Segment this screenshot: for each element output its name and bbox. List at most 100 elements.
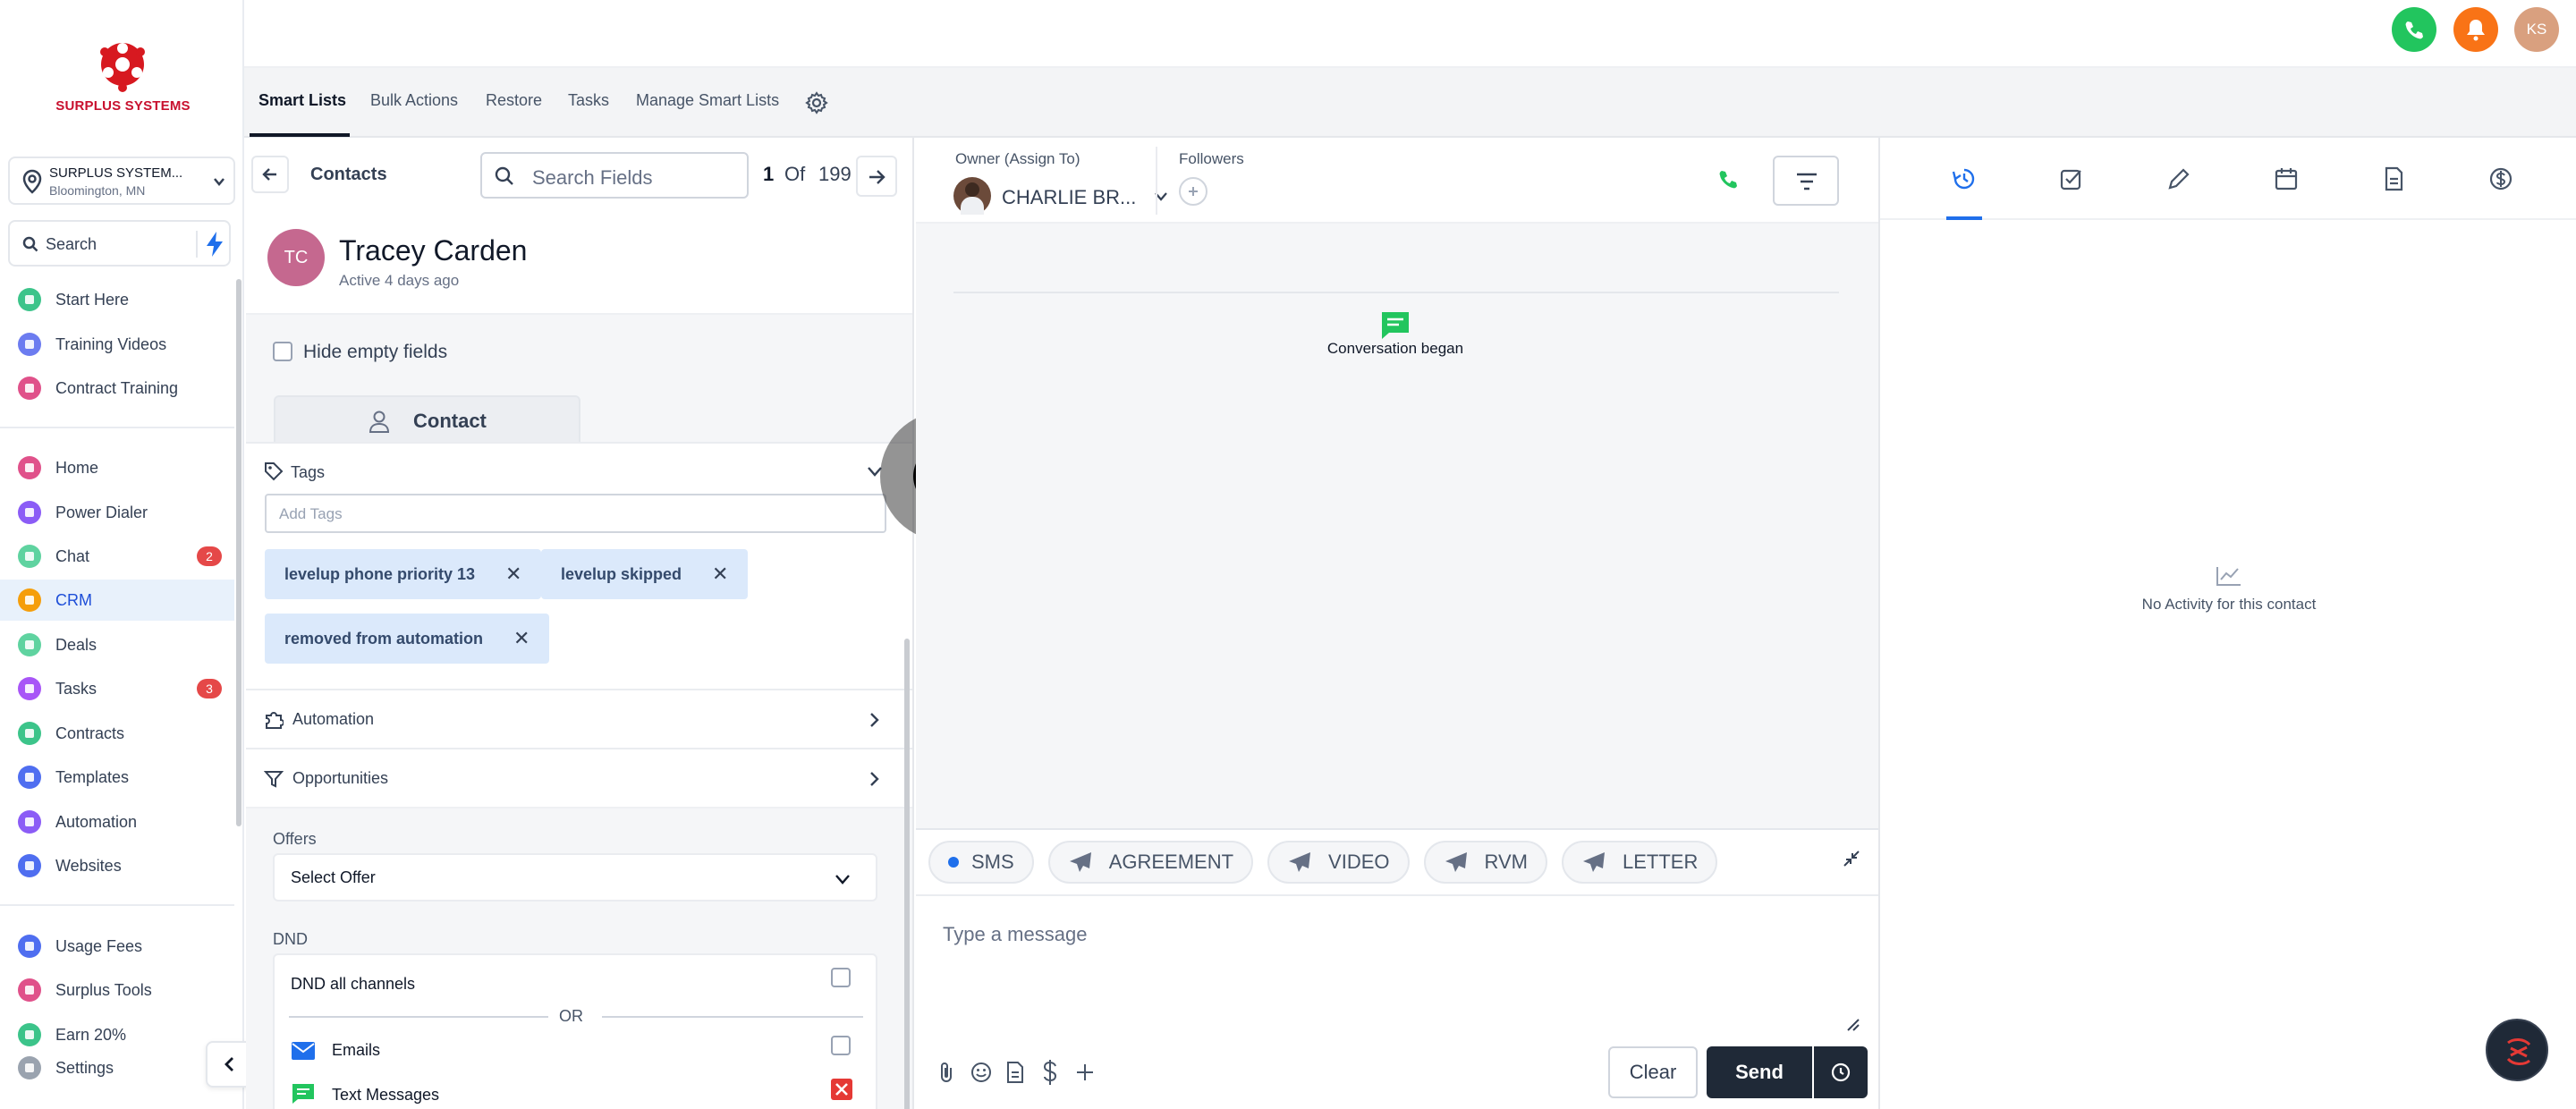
- phone-icon[interactable]: [1717, 168, 1739, 190]
- payments-icon[interactable]: [2488, 166, 2513, 191]
- sidebar-item-training-videos[interactable]: Training Videos: [0, 324, 234, 365]
- tag-chip[interactable]: removed from automation ✕: [265, 614, 550, 664]
- deals-icon: [18, 633, 41, 656]
- start-here-icon: [18, 288, 41, 311]
- sidebar-item-tasks[interactable]: Tasks 3: [0, 668, 234, 709]
- filter-button[interactable]: [1773, 156, 1839, 206]
- offers-select[interactable]: Select Offer: [273, 853, 877, 902]
- attachment-icon[interactable]: [937, 1061, 955, 1084]
- tab-restore[interactable]: Restore: [486, 91, 542, 110]
- back-button[interactable]: [251, 156, 289, 193]
- document-icon[interactable]: [1005, 1061, 1025, 1084]
- tag-chip[interactable]: levelup skipped ✕: [541, 549, 749, 599]
- sidebar-item-deals[interactable]: Deals: [0, 624, 234, 665]
- dnd-all-label: DND all channels: [291, 975, 416, 993]
- remove-tag-icon[interactable]: ✕: [513, 627, 530, 650]
- plus-icon[interactable]: [1075, 1062, 1095, 1082]
- sidebar-scrollbar[interactable]: [236, 279, 242, 826]
- sidebar-item-home[interactable]: Home: [0, 447, 234, 488]
- channel-sms[interactable]: SMS: [928, 841, 1034, 884]
- tasks-count-badge: 3: [197, 679, 222, 698]
- sidebar-item-contract-training[interactable]: Contract Training: [0, 368, 234, 409]
- owner-select[interactable]: CHARLIE BR...: [953, 177, 1186, 215]
- dollar-icon[interactable]: [1041, 1059, 1059, 1086]
- tab-bulk-actions[interactable]: Bulk Actions: [370, 91, 458, 110]
- tab-tasks[interactable]: Tasks: [568, 91, 609, 110]
- sidebar-item-label: Tasks: [55, 679, 97, 698]
- message-input[interactable]: Type a message: [943, 923, 1087, 946]
- sidebar-divider: [0, 427, 234, 428]
- sidebar-item-crm[interactable]: CRM: [0, 580, 234, 621]
- dnd-all-checkbox[interactable]: [831, 968, 851, 987]
- search-fields-input[interactable]: Search Fields: [480, 152, 749, 199]
- sidebar-item-label: Home: [55, 458, 99, 477]
- notifications-button[interactable]: [2453, 7, 2498, 52]
- schedule-send-button[interactable]: [1814, 1046, 1868, 1098]
- activity-clock-icon[interactable]: [1952, 166, 1977, 191]
- dnd-text-checkbox-checked[interactable]: [831, 1079, 852, 1100]
- emoji-icon[interactable]: [970, 1061, 993, 1084]
- tab-manage-smart-lists[interactable]: Manage Smart Lists: [636, 91, 779, 110]
- next-contact-button[interactable]: [856, 156, 897, 197]
- brand-logo[interactable]: SURPLUS SYSTEMS: [49, 34, 197, 114]
- location-switcher[interactable]: SURPLUS SYSTEM... Bloomington, MN: [8, 157, 235, 205]
- location-name: SURPLUS SYSTEM...: [49, 165, 183, 181]
- add-tags-input[interactable]: Add Tags: [265, 494, 886, 533]
- or-divider-left: [289, 1016, 548, 1018]
- lightning-icon[interactable]: [205, 231, 225, 258]
- sidebar-item-power-dialer[interactable]: Power Dialer: [0, 492, 234, 533]
- collapse-icon[interactable]: [1843, 850, 1860, 868]
- opportunities-row[interactable]: Opportunities: [246, 749, 912, 807]
- notes-icon[interactable]: [2381, 166, 2406, 191]
- sidebar-item-label: Surplus Tools: [55, 980, 152, 999]
- dnd-emails-checkbox[interactable]: [831, 1036, 851, 1055]
- sidebar-item-contracts[interactable]: Contracts: [0, 713, 234, 754]
- header-divider: [1156, 147, 1157, 215]
- sidebar-divider: [0, 904, 234, 906]
- support-chat-button[interactable]: [2486, 1019, 2548, 1081]
- automation-row[interactable]: Automation: [246, 690, 912, 748]
- sidebar-item-surplus-tools[interactable]: Surplus Tools: [0, 969, 234, 1011]
- websites-icon: [18, 854, 41, 877]
- tag-label: levelup phone priority 13: [284, 564, 476, 583]
- sidebar-item-usage-fees[interactable]: Usage Fees: [0, 926, 234, 967]
- video-icon: [18, 333, 41, 356]
- tab-smart-lists[interactable]: Smart Lists: [258, 91, 346, 110]
- gear-icon[interactable]: [805, 91, 828, 114]
- brand-name: SURPLUS SYSTEMS: [55, 98, 191, 114]
- user-avatar[interactable]: KS: [2514, 7, 2559, 52]
- contact-section-tab[interactable]: Contact: [274, 395, 580, 444]
- calendar-icon[interactable]: [2274, 166, 2299, 191]
- call-button[interactable]: [2392, 7, 2436, 52]
- fields-toolbar: Hide empty fields Contact: [246, 313, 912, 444]
- remove-tag-icon[interactable]: ✕: [712, 563, 728, 586]
- channel-agreement[interactable]: AGREEMENT: [1047, 841, 1254, 884]
- checkbox-task-icon[interactable]: [2059, 166, 2084, 191]
- contact-panel-scrollbar[interactable]: [904, 639, 910, 1109]
- channel-letter[interactable]: LETTER: [1562, 841, 1718, 884]
- channel-label: AGREEMENT: [1108, 851, 1234, 873]
- conversation-panel: Owner (Assign To) CHARLIE BR... Follower…: [916, 138, 1878, 1109]
- pencil-icon[interactable]: [2166, 166, 2191, 191]
- tools-icon: [18, 978, 41, 1002]
- sidebar-item-start-here[interactable]: Start Here: [0, 279, 234, 320]
- sidebar-item-settings[interactable]: Settings: [0, 1048, 234, 1088]
- send-button[interactable]: Send: [1707, 1046, 1812, 1098]
- location-city: Bloomington, MN: [49, 183, 146, 198]
- sidebar-search[interactable]: Search: [8, 220, 231, 267]
- close-icon: [835, 1083, 848, 1096]
- search-icon: [22, 236, 38, 252]
- channel-rvm[interactable]: RVM: [1423, 841, 1548, 884]
- tags-label: Tags: [291, 463, 326, 481]
- sidebar-item-templates[interactable]: Templates: [0, 757, 234, 798]
- hide-empty-checkbox[interactable]: [273, 342, 292, 361]
- sidebar-item-automation[interactable]: Automation: [0, 801, 234, 842]
- sidebar-item-websites[interactable]: Websites: [0, 845, 234, 886]
- sidebar-item-chat[interactable]: Chat 2: [0, 536, 234, 577]
- remove-tag-icon[interactable]: ✕: [505, 563, 521, 586]
- channel-video[interactable]: VIDEO: [1267, 841, 1410, 884]
- resize-handle-icon[interactable]: [1844, 1016, 1860, 1032]
- clear-button[interactable]: Clear: [1608, 1046, 1698, 1098]
- add-follower-button[interactable]: [1179, 177, 1208, 206]
- tag-chip[interactable]: levelup phone priority 13 ✕: [265, 549, 542, 599]
